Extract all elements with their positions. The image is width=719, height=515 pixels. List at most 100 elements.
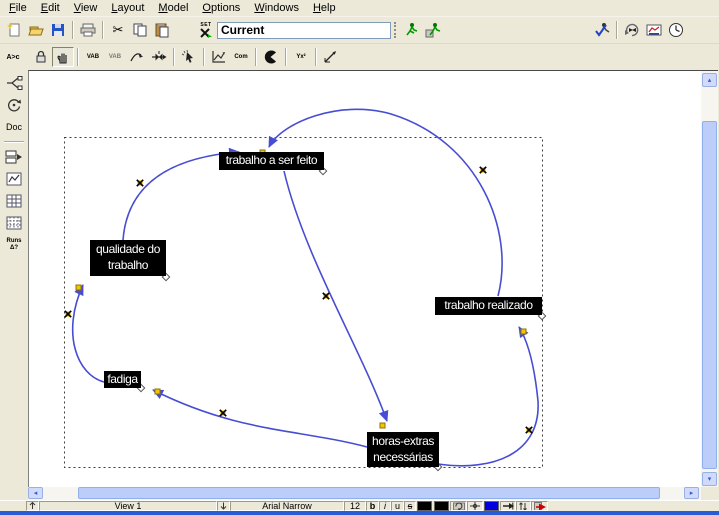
check-model-icon[interactable] [591,20,613,40]
toolbar-separator [77,48,79,66]
status-bar: View 1 Arial Narrow 12 b i u s [0,500,719,511]
vensim-window: File Edit View Layout Model Options Wind… [0,0,719,515]
hand-tool-icon[interactable] [52,47,74,67]
toolbar-separator [203,48,205,66]
strike-button[interactable]: s [404,501,416,511]
apply-format-icon[interactable] [531,501,548,511]
rate-tool-icon[interactable] [148,47,170,67]
vertical-scroll-thumb[interactable] [702,121,717,469]
variable-qualidade-do-trabalho[interactable]: qualidade do trabalho [90,240,166,276]
toolbar-separator [285,48,287,66]
sketch-toolbar: A>c VAB VAB Com Yx² [0,44,719,70]
save-file-icon[interactable] [47,20,69,40]
fill-color-swatch[interactable] [484,501,499,511]
equation-tool-icon[interactable]: Yx² [290,47,312,67]
scroll-left-button[interactable]: ◂ [28,487,43,499]
copy-icon[interactable] [129,20,151,40]
causal-loop-diagram [29,71,702,488]
runs-compare-icon[interactable]: Runs Δ? [1,235,27,255]
box-color-swatch[interactable] [434,501,449,511]
toolbar-separator [102,21,104,39]
sketch-canvas[interactable]: trabalho a ser feito qualidade do trabal… [28,70,701,487]
menu-view[interactable]: View [67,1,105,16]
causes-strip-icon[interactable] [1,147,27,167]
toolbar-separator [72,21,74,39]
set-dataset-icon[interactable]: SET [195,20,217,40]
prev-view-button[interactable] [26,501,39,511]
analysis-sidebar: Doc Runs Δ? [0,70,28,487]
paste-icon[interactable] [151,20,173,40]
runs-glyph: Δ? [7,245,22,252]
variable-trabalho-realizado[interactable]: trabalho realizado [435,297,542,315]
variable-horas-extras-necessarias[interactable]: horas-extras necessárias [367,432,439,467]
toolbar-separator [616,21,618,39]
control-panel-icon[interactable] [643,20,665,40]
model-settings-icon[interactable] [621,20,643,40]
dataset-name-field[interactable] [217,22,391,39]
word-size-tool-icon[interactable]: A>c [2,47,24,67]
variable-trabalho-a-ser-feito[interactable]: trabalho a ser feito [219,152,324,170]
shadow-variable-tool-icon[interactable]: VAB [104,47,126,67]
toolbar-separator [315,48,317,66]
link-fadiga-to-qualidade[interactable] [73,285,104,382]
simulation-setup-icon[interactable] [422,20,444,40]
link-trabalho-a-ser-feito-to-horas-extras[interactable] [284,171,387,421]
arrow-style-icon[interactable] [500,501,516,511]
scroll-up-button[interactable]: ▴ [702,73,717,87]
open-file-icon[interactable] [25,20,47,40]
menu-windows[interactable]: Windows [247,1,306,16]
italic-button[interactable]: i [379,501,391,511]
time-axis-icon[interactable] [665,20,687,40]
text-color-swatch[interactable] [417,501,432,511]
causes-tree-icon[interactable] [1,73,27,93]
menu-layout[interactable]: Layout [104,1,151,16]
menu-edit[interactable]: Edit [34,1,67,16]
variable-tool-icon[interactable]: VAB [82,47,104,67]
menu-file[interactable]: File [2,1,34,16]
view-name-selector[interactable]: View 1 [39,501,217,511]
graph-tool-icon[interactable] [208,47,230,67]
horizontal-scrollbar[interactable]: ◂ ▸ [28,487,701,500]
updown-icon[interactable] [516,501,531,511]
font-name-selector[interactable]: Arial Narrow [230,501,344,511]
wand-tool-icon[interactable] [178,47,200,67]
run-simulation-icon[interactable] [400,20,422,40]
link-horas-extras-to-fadiga[interactable] [153,390,367,447]
menu-options[interactable]: Options [195,1,247,16]
loops-icon[interactable] [1,95,27,115]
menu-bar: File Edit View Layout Model Options Wind… [0,0,719,17]
scroll-right-button[interactable]: ▸ [684,487,699,499]
lock-tool-icon[interactable] [30,47,52,67]
arrow-tool-icon[interactable] [126,47,148,67]
font-size-selector[interactable]: 12 [344,501,366,511]
menu-model[interactable]: Model [151,1,195,16]
sidebar-divider [4,141,24,143]
underline-button[interactable]: u [391,501,404,511]
menu-help[interactable]: Help [306,1,343,16]
delete-tool-icon[interactable] [260,47,282,67]
bold-button[interactable]: b [366,501,379,511]
document-icon[interactable]: Doc [1,117,27,137]
table-output-icon[interactable] [1,191,27,211]
next-view-button[interactable] [217,501,230,511]
graph-output-icon[interactable] [1,169,27,189]
vertical-scrollbar[interactable]: ▴ ▾ [701,70,718,487]
new-file-icon[interactable] [3,20,25,40]
comment-tool-icon[interactable]: Com [230,47,252,67]
variable-fadiga[interactable]: fadiga [104,371,141,388]
runs-label: Runs [7,238,22,245]
input-output-tool-icon[interactable] [320,47,342,67]
link-horas-extras-to-trabalho-realizado[interactable] [438,327,538,466]
toolbar-separator [173,48,175,66]
table-time-icon[interactable] [1,213,27,233]
print-icon[interactable] [77,20,99,40]
position-icon[interactable] [467,501,483,511]
horizontal-scroll-thumb[interactable] [78,487,660,499]
cut-icon[interactable]: ✂ [107,20,129,40]
shape-picker-icon[interactable] [450,501,467,511]
scroll-down-button[interactable]: ▾ [702,472,717,486]
main-toolbar: ✂ SET [0,17,719,44]
toolbar-separator [255,48,257,66]
taskbar-edge [0,511,719,515]
toolbar-grip [394,22,397,38]
